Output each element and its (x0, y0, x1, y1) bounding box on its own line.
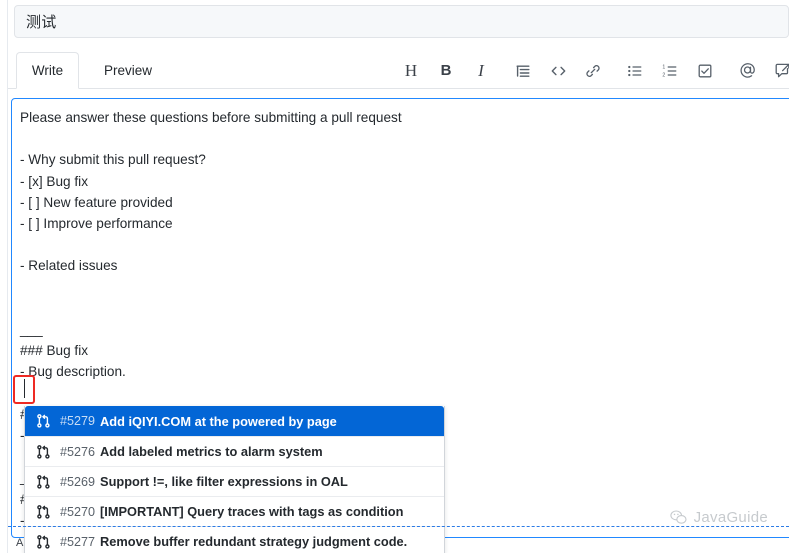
watermark: JavaGuide (670, 509, 768, 526)
issue-number: #5279 (60, 414, 95, 428)
text-caret (24, 379, 25, 398)
git-pull-request-icon (34, 445, 52, 459)
list-item[interactable]: #5276 Add labeled metrics to alarm syste… (25, 436, 444, 466)
issue-number: #5269 (60, 475, 95, 489)
issue-title: Remove buffer redundant strategy judgmen… (100, 534, 407, 549)
tab-write-label: Write (32, 63, 63, 78)
issue-number: #5270 (60, 505, 95, 519)
list-item[interactable]: #5270 [IMPORTANT] Query traces with tags… (25, 496, 444, 526)
quote-icon[interactable] (510, 58, 536, 84)
tab-write[interactable]: Write (16, 52, 79, 89)
task-list-icon[interactable] (692, 58, 718, 84)
issue-number: #5277 (60, 535, 95, 549)
svg-text:1: 1 (662, 64, 665, 70)
git-pull-request-icon (34, 414, 52, 428)
issue-suggestion-dropdown[interactable]: #5279 Add iQIYI.COM at the powered by pa… (24, 406, 445, 553)
screenshot-root: 测试 Write Preview H B I (0, 0, 789, 553)
saved-reply-icon[interactable] (769, 58, 789, 84)
tab-preview-label: Preview (104, 63, 152, 78)
git-pull-request-icon (34, 505, 52, 519)
mention-icon[interactable] (734, 58, 760, 84)
italic-icon[interactable]: I (468, 58, 494, 84)
code-icon[interactable] (545, 58, 571, 84)
markdown-toolbar: H B I (398, 52, 789, 89)
tab-preview[interactable]: Preview (86, 52, 170, 89)
pr-title-input[interactable]: 测试 (14, 5, 789, 38)
list-item[interactable]: #5279 Add iQIYI.COM at the powered by pa… (25, 406, 444, 436)
bold-icon[interactable]: B (433, 58, 459, 84)
issue-title: Add labeled metrics to alarm system (100, 444, 323, 459)
git-pull-request-icon (34, 475, 52, 489)
git-pull-request-icon (34, 535, 52, 549)
pr-title-value: 测试 (26, 11, 56, 32)
issue-title: [IMPORTANT] Query traces with tags as co… (100, 504, 403, 519)
issue-title: Add iQIYI.COM at the powered by page (100, 414, 337, 429)
list-item[interactable]: #5269 Support !=, like filter expression… (25, 466, 444, 496)
issue-title: Support !=, like filter expressions in O… (100, 474, 348, 489)
ordered-list-icon[interactable]: 1 2 (657, 58, 683, 84)
heading-glyph: H (405, 62, 417, 79)
italic-glyph: I (478, 62, 484, 79)
bold-glyph: B (441, 63, 452, 78)
wechat-icon (670, 510, 687, 525)
svg-text:2: 2 (662, 72, 665, 78)
dashed-guide-line (8, 526, 789, 527)
unordered-list-icon[interactable] (622, 58, 648, 84)
link-icon[interactable] (580, 58, 606, 84)
issue-number: #5276 (60, 445, 95, 459)
heading-icon[interactable]: H (398, 58, 424, 84)
editor-residual-glyph: A (16, 537, 23, 549)
watermark-label: JavaGuide (694, 509, 768, 526)
list-item[interactable]: #5277 Remove buffer redundant strategy j… (25, 526, 444, 553)
